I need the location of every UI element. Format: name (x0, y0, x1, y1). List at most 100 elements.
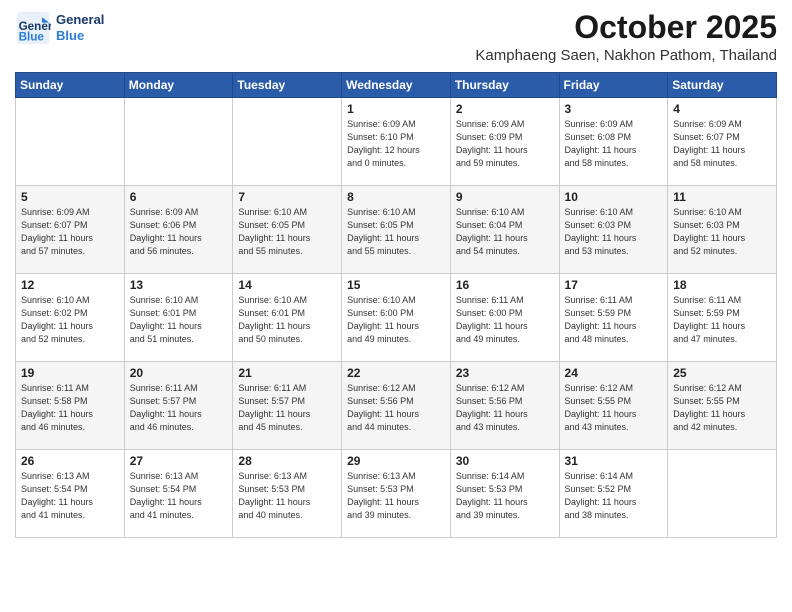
calendar-cell: 27 Sunrise: 6:13 AM Sunset: 5:54 PM Dayli… (124, 450, 233, 538)
day-number: 15 (347, 278, 445, 292)
day-number: 25 (673, 366, 771, 380)
calendar-cell: 22 Sunrise: 6:12 AM Sunset: 5:56 PM Dayli… (342, 362, 451, 450)
calendar-cell: 26Sunrise: 6:13 AM Sunset: 5:54 PM Dayli… (16, 450, 125, 538)
day-info: Sunrise: 6:12 AM Sunset: 5:55 PM Dayligh… (565, 382, 663, 434)
day-number: 11 (673, 190, 771, 204)
calendar-week-row: 12Sunrise: 6:10 AM Sunset: 6:02 PM Dayli… (16, 274, 777, 362)
day-number: 26 (21, 454, 119, 468)
calendar-cell: 4 Sunrise: 6:09 AM Sunset: 6:07 PM Daylig… (668, 98, 777, 186)
calendar-cell: 10 Sunrise: 6:10 AM Sunset: 6:03 PM Dayli… (559, 186, 668, 274)
day-number: 31 (565, 454, 663, 468)
header: General Blue General Blue October 2025 K… (15, 10, 777, 64)
day-number: 6 (130, 190, 228, 204)
calendar-body: 1Sunrise: 6:09 AM Sunset: 6:10 PM Daylig… (16, 98, 777, 538)
day-info: Sunrise: 6:11 AM Sunset: 6:00 PM Dayligh… (456, 294, 554, 346)
weekday-header: Thursday (450, 73, 559, 98)
calendar-cell: 19Sunrise: 6:11 AM Sunset: 5:58 PM Dayli… (16, 362, 125, 450)
day-number: 3 (565, 102, 663, 116)
day-number: 5 (21, 190, 119, 204)
day-number: 29 (347, 454, 445, 468)
day-number: 30 (456, 454, 554, 468)
calendar-header: SundayMondayTuesdayWednesdayThursdayFrid… (16, 73, 777, 98)
logo: General Blue General Blue (15, 10, 104, 46)
day-number: 18 (673, 278, 771, 292)
day-info: Sunrise: 6:10 AM Sunset: 6:03 PM Dayligh… (565, 206, 663, 258)
calendar-cell: 29 Sunrise: 6:13 AM Sunset: 5:53 PM Dayli… (342, 450, 451, 538)
calendar-cell: 28Sunrise: 6:13 AM Sunset: 5:53 PM Dayli… (233, 450, 342, 538)
day-number: 24 (565, 366, 663, 380)
day-number: 10 (565, 190, 663, 204)
calendar-cell (668, 450, 777, 538)
day-info: Sunrise: 6:09 AM Sunset: 6:07 PM Dayligh… (21, 206, 119, 258)
title-block: October 2025 Kamphaeng Saen, Nakhon Path… (475, 10, 777, 64)
day-info: Sunrise: 6:11 AM Sunset: 5:57 PM Dayligh… (238, 382, 336, 434)
day-number: 16 (456, 278, 554, 292)
calendar-cell: 6 Sunrise: 6:09 AM Sunset: 6:06 PM Daylig… (124, 186, 233, 274)
day-number: 7 (238, 190, 336, 204)
calendar-cell: 9Sunrise: 6:10 AM Sunset: 6:04 PM Daylig… (450, 186, 559, 274)
calendar-cell: 31 Sunrise: 6:14 AM Sunset: 5:52 PM Dayli… (559, 450, 668, 538)
day-number: 23 (456, 366, 554, 380)
day-number: 4 (673, 102, 771, 116)
calendar-cell: 13Sunrise: 6:10 AM Sunset: 6:01 PM Dayli… (124, 274, 233, 362)
calendar-cell: 12Sunrise: 6:10 AM Sunset: 6:02 PM Dayli… (16, 274, 125, 362)
logo-icon: General Blue (15, 10, 51, 46)
day-number: 19 (21, 366, 119, 380)
weekday-header: Wednesday (342, 73, 451, 98)
weekday-header: Saturday (668, 73, 777, 98)
day-number: 14 (238, 278, 336, 292)
weekday-header: Monday (124, 73, 233, 98)
day-info: Sunrise: 6:11 AM Sunset: 5:59 PM Dayligh… (673, 294, 771, 346)
calendar-cell: 16 Sunrise: 6:11 AM Sunset: 6:00 PM Dayli… (450, 274, 559, 362)
day-info: Sunrise: 6:14 AM Sunset: 5:52 PM Dayligh… (565, 470, 663, 522)
day-number: 20 (130, 366, 228, 380)
logo-text-blue: Blue (56, 28, 104, 44)
day-number: 2 (456, 102, 554, 116)
calendar-cell: 14Sunrise: 6:10 AM Sunset: 6:01 PM Dayli… (233, 274, 342, 362)
day-info: Sunrise: 6:13 AM Sunset: 5:54 PM Dayligh… (130, 470, 228, 522)
calendar-week-row: 26 Sunrise: 6:13 AM Sunset: 5:54 PM Dayli… (16, 450, 777, 538)
calendar-cell: 2 Sunrise: 6:09 AM Sunset: 6:09 PM Daylig… (450, 98, 559, 186)
day-number: 21 (238, 366, 336, 380)
weekday-header: Tuesday (233, 73, 342, 98)
day-info: Sunrise: 6:12 AM Sunset: 5:56 PM Dayligh… (456, 382, 554, 434)
calendar-cell: 3 Sunrise: 6:09 AM Sunset: 6:08 PM Daylig… (559, 98, 668, 186)
day-number: 22 (347, 366, 445, 380)
day-info: Sunrise: 6:09 AM Sunset: 6:09 PM Dayligh… (456, 118, 554, 170)
day-number: 1 (347, 102, 445, 116)
weekday-header: Friday (559, 73, 668, 98)
calendar-cell: 1Sunrise: 6:09 AM Sunset: 6:10 PM Daylig… (342, 98, 451, 186)
day-info: Sunrise: 6:09 AM Sunset: 6:06 PM Dayligh… (130, 206, 228, 258)
calendar-cell: 23 Sunrise: 6:12 AM Sunset: 5:56 PM Dayli… (450, 362, 559, 450)
calendar-cell: 17 Sunrise: 6:11 AM Sunset: 5:59 PM Dayli… (559, 274, 668, 362)
day-info: Sunrise: 6:10 AM Sunset: 6:05 PM Dayligh… (238, 206, 336, 258)
calendar-table: SundayMondayTuesdayWednesdayThursdayFrid… (15, 72, 777, 538)
calendar-cell (16, 98, 125, 186)
day-info: Sunrise: 6:09 AM Sunset: 6:08 PM Dayligh… (565, 118, 663, 170)
calendar-cell: 20 Sunrise: 6:11 AM Sunset: 5:57 PM Dayli… (124, 362, 233, 450)
day-info: Sunrise: 6:09 AM Sunset: 6:07 PM Dayligh… (673, 118, 771, 170)
day-info: Sunrise: 6:10 AM Sunset: 6:02 PM Dayligh… (21, 294, 119, 346)
calendar-week-row: 1Sunrise: 6:09 AM Sunset: 6:10 PM Daylig… (16, 98, 777, 186)
day-info: Sunrise: 6:12 AM Sunset: 5:55 PM Dayligh… (673, 382, 771, 434)
day-number: 8 (347, 190, 445, 204)
calendar-cell (233, 98, 342, 186)
day-info: Sunrise: 6:13 AM Sunset: 5:53 PM Dayligh… (347, 470, 445, 522)
calendar-cell: 30Sunrise: 6:14 AM Sunset: 5:53 PM Dayli… (450, 450, 559, 538)
calendar-cell: 11Sunrise: 6:10 AM Sunset: 6:03 PM Dayli… (668, 186, 777, 274)
calendar-cell: 8Sunrise: 6:10 AM Sunset: 6:05 PM Daylig… (342, 186, 451, 274)
day-info: Sunrise: 6:12 AM Sunset: 5:56 PM Dayligh… (347, 382, 445, 434)
calendar-cell: 25 Sunrise: 6:12 AM Sunset: 5:55 PM Dayli… (668, 362, 777, 450)
day-info: Sunrise: 6:11 AM Sunset: 5:57 PM Dayligh… (130, 382, 228, 434)
calendar-cell: 21 Sunrise: 6:11 AM Sunset: 5:57 PM Dayli… (233, 362, 342, 450)
weekday-header: Sunday (16, 73, 125, 98)
day-info: Sunrise: 6:10 AM Sunset: 6:04 PM Dayligh… (456, 206, 554, 258)
day-info: Sunrise: 6:11 AM Sunset: 5:59 PM Dayligh… (565, 294, 663, 346)
header-row: SundayMondayTuesdayWednesdayThursdayFrid… (16, 73, 777, 98)
page-container: General Blue General Blue October 2025 K… (0, 0, 792, 553)
day-number: 27 (130, 454, 228, 468)
day-number: 17 (565, 278, 663, 292)
calendar-week-row: 19Sunrise: 6:11 AM Sunset: 5:58 PM Dayli… (16, 362, 777, 450)
calendar-cell (124, 98, 233, 186)
day-number: 28 (238, 454, 336, 468)
